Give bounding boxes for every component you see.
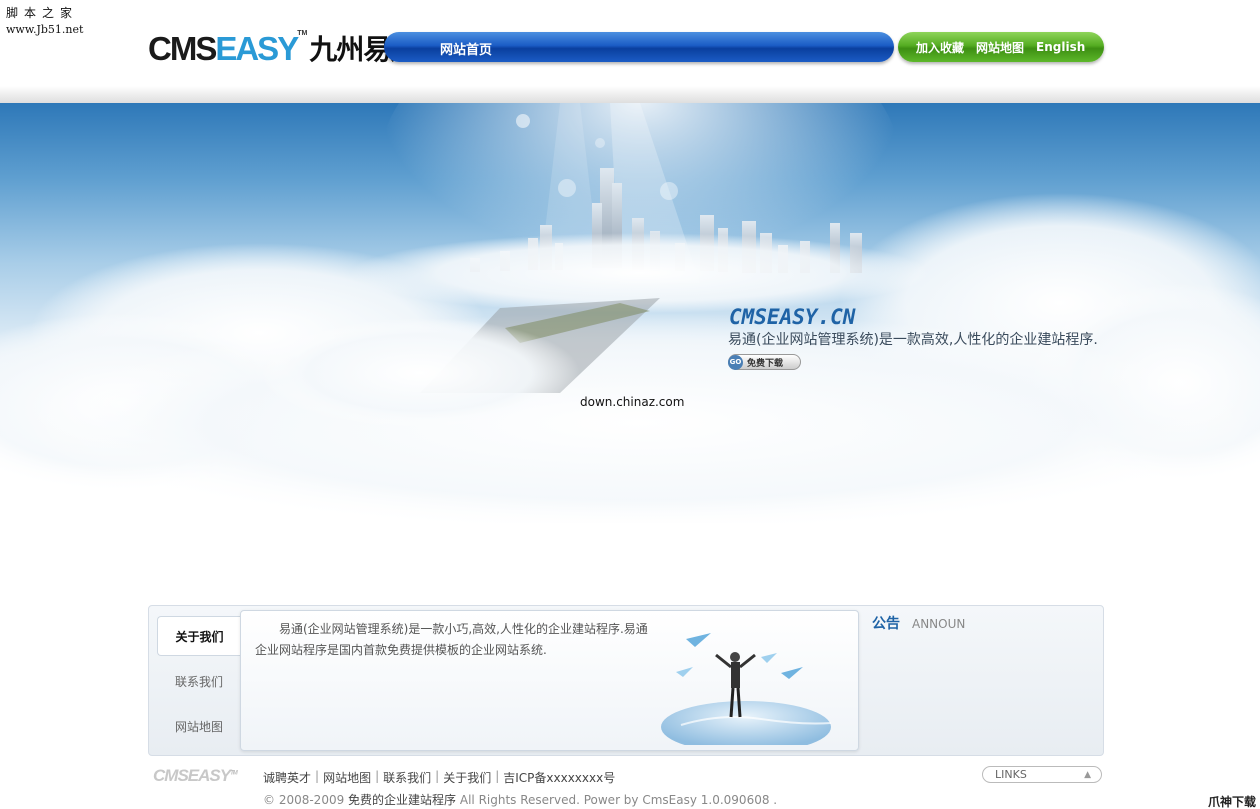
tab-contact-us[interactable]: 联系我们 [157, 661, 241, 701]
links-select-value: LINKS [995, 768, 1027, 781]
banner-illustration [0, 103, 1260, 523]
logo-easy: EASY [215, 30, 299, 67]
businessman-globe-illustration [661, 633, 832, 745]
tab-sitemap[interactable]: 网站地图 [157, 706, 241, 746]
footer-copyright: © 2008-2009 免费的企业建站程序 All Rights Reserve… [263, 791, 777, 808]
free-download-label: 免费下载 [747, 358, 784, 369]
utility-nav: 加入收藏 网站地图 English [898, 32, 1104, 62]
corner-watermark: 爪神下载网 [1208, 795, 1257, 809]
footer-link-contact[interactable]: 联系我们 [383, 769, 431, 786]
footer-link-about[interactable]: 关于我们 [443, 769, 491, 786]
footer-link-sitemap[interactable]: 网站地图 [323, 769, 371, 786]
footer-link-icp[interactable]: 吉ICP备xxxxxxxx号 [503, 769, 615, 786]
copyright-prefix: © 2008-2009 [263, 793, 349, 807]
copyright-suffix: All Rights Reserved. Power by CmsEasy 1.… [456, 793, 778, 807]
free-download-button[interactable]: GO 免费下载 [728, 354, 801, 370]
footer-logo: CMSEASYTM [153, 766, 238, 786]
site-logo[interactable]: CMS EASY TM 九州易通 [148, 28, 418, 68]
add-favorite-link[interactable]: 加入收藏 [916, 39, 964, 56]
about-box: 易通(企业网站管理系统)是一款小巧,高效,人性化的企业建站程序.易通企业网站程序… [240, 610, 859, 751]
english-link[interactable]: English [1036, 40, 1085, 54]
tab-about-us[interactable]: 关于我们 [157, 616, 241, 656]
main-nav: 网站首页 [384, 32, 894, 62]
footer-link-careers[interactable]: 诚聘英才 [263, 769, 311, 786]
hero-banner: CMSEASY.CN 易通(企业网站管理系统)是一款高效,人性化的企业建站程序.… [0, 103, 1260, 523]
banner-title: CMSEASY.CN [729, 305, 856, 329]
watermark-en: www.Jb51.net [6, 23, 84, 36]
nav-home-link[interactable]: 网站首页 [440, 39, 492, 58]
notice-header: 公告 ANNOUN [872, 613, 965, 633]
header-divider [0, 86, 1260, 104]
footer-links: 诚聘英才 | 网站地图 | 联系我们 | 关于我们 | 吉ICP备xxxxxxxx号 [263, 769, 616, 786]
footer-logo-text: CMSEASY [153, 766, 231, 785]
chevron-up-icon: ▲ [1084, 770, 1091, 780]
logo-cms: CMS [148, 30, 217, 67]
banner-caption: down.chinaz.com [580, 395, 685, 409]
logo-tm: TM [297, 30, 308, 37]
banner-description: 易通(企业网站管理系统)是一款高效,人性化的企业建站程序. [728, 332, 1098, 348]
notice-subtitle: ANNOUN [912, 617, 966, 631]
links-select[interactable]: LINKS ▲ [982, 766, 1102, 783]
footer-logo-tm: TM [230, 770, 238, 777]
watermark: 脚本之家 www.Jb51.net [6, 4, 83, 36]
side-tabs: 关于我们 联系我们 网站地图 [157, 616, 241, 751]
go-icon: GO [728, 354, 743, 370]
about-text: 易通(企业网站管理系统)是一款小巧,高效,人性化的企业建站程序.易通企业网站程序… [255, 622, 648, 657]
page: 脚本之家 www.Jb51.net CMS EASY TM 九州易通 网站首页 … [0, 0, 1260, 809]
notice-title: 公告 [872, 616, 900, 632]
watermark-cn: 脚本之家 [6, 6, 79, 20]
copyright-link[interactable]: 免费的企业建站程序 [348, 793, 456, 807]
sitemap-link[interactable]: 网站地图 [976, 39, 1024, 56]
